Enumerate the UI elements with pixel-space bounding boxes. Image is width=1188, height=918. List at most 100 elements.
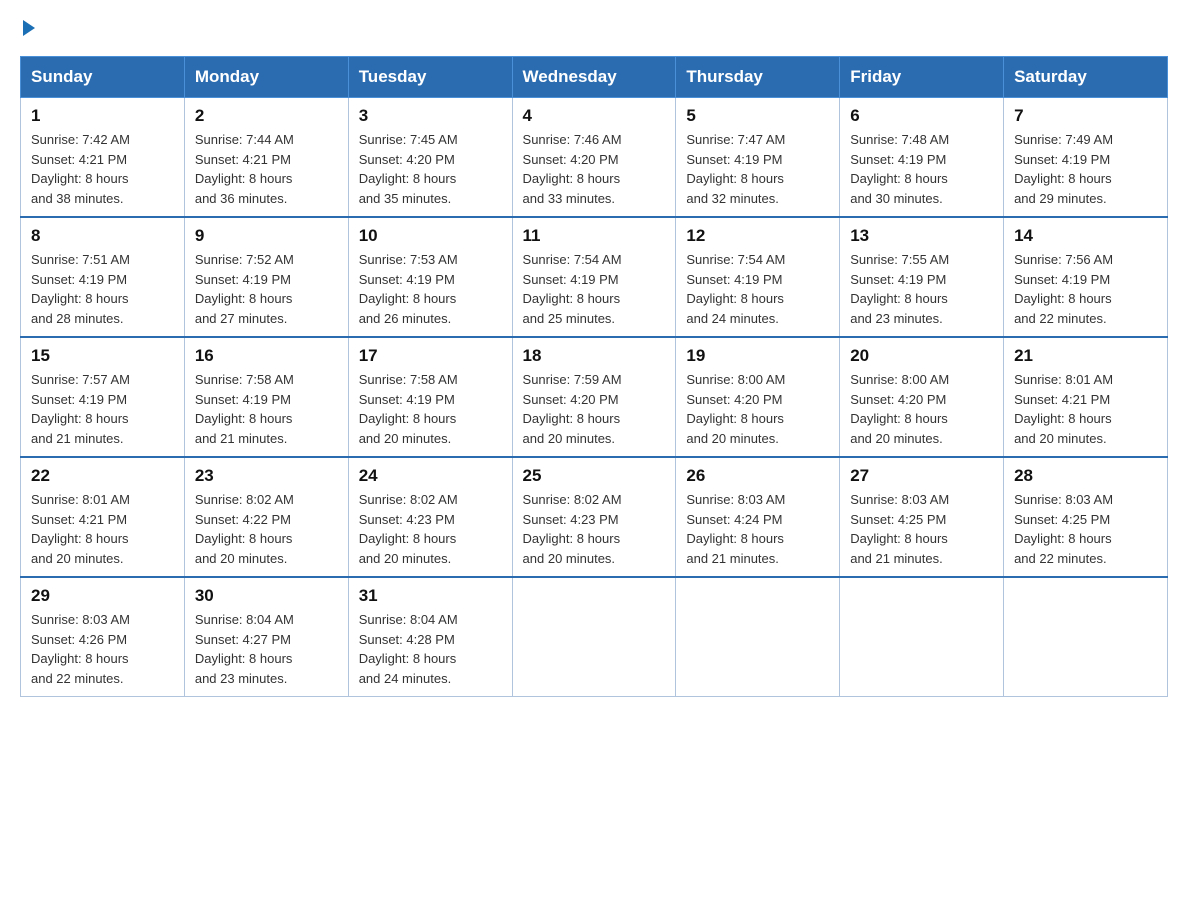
- day-number: 9: [195, 226, 338, 246]
- calendar-cell-week2-day4: 11 Sunrise: 7:54 AM Sunset: 4:19 PM Dayli…: [512, 217, 676, 337]
- day-info: Sunrise: 7:55 AM Sunset: 4:19 PM Dayligh…: [850, 250, 993, 328]
- day-number: 1: [31, 106, 174, 126]
- day-info: Sunrise: 7:54 AM Sunset: 4:19 PM Dayligh…: [523, 250, 666, 328]
- header-saturday: Saturday: [1004, 57, 1168, 98]
- day-number: 22: [31, 466, 174, 486]
- day-number: 19: [686, 346, 829, 366]
- day-number: 30: [195, 586, 338, 606]
- day-info: Sunrise: 7:51 AM Sunset: 4:19 PM Dayligh…: [31, 250, 174, 328]
- day-info: Sunrise: 8:04 AM Sunset: 4:27 PM Dayligh…: [195, 610, 338, 688]
- calendar-cell-week1-day6: 6 Sunrise: 7:48 AM Sunset: 4:19 PM Daylig…: [840, 98, 1004, 218]
- calendar-cell-week4-day4: 25 Sunrise: 8:02 AM Sunset: 4:23 PM Dayli…: [512, 457, 676, 577]
- calendar-header-row: Sunday Monday Tuesday Wednesday Thursday…: [21, 57, 1168, 98]
- header-wednesday: Wednesday: [512, 57, 676, 98]
- day-number: 11: [523, 226, 666, 246]
- header-tuesday: Tuesday: [348, 57, 512, 98]
- day-number: 3: [359, 106, 502, 126]
- calendar-cell-week4-day7: 28 Sunrise: 8:03 AM Sunset: 4:25 PM Dayli…: [1004, 457, 1168, 577]
- day-number: 28: [1014, 466, 1157, 486]
- header-friday: Friday: [840, 57, 1004, 98]
- day-number: 16: [195, 346, 338, 366]
- calendar-cell-week4-day1: 22 Sunrise: 8:01 AM Sunset: 4:21 PM Dayli…: [21, 457, 185, 577]
- calendar-cell-week4-day2: 23 Sunrise: 8:02 AM Sunset: 4:22 PM Dayli…: [184, 457, 348, 577]
- day-number: 17: [359, 346, 502, 366]
- calendar-cell-week3-day5: 19Sunrise: 8:00 AM Sunset: 4:20 PM Dayli…: [676, 337, 840, 457]
- day-info: Sunrise: 7:56 AM Sunset: 4:19 PM Dayligh…: [1014, 250, 1157, 328]
- day-number: 20: [850, 346, 993, 366]
- calendar-cell-week5-day5: [676, 577, 840, 697]
- logo-blue-text: [20, 20, 35, 36]
- day-info: Sunrise: 7:46 AM Sunset: 4:20 PM Dayligh…: [523, 130, 666, 208]
- calendar-week-row-2: 8 Sunrise: 7:51 AM Sunset: 4:19 PM Daylig…: [21, 217, 1168, 337]
- day-info: Sunrise: 7:59 AM Sunset: 4:20 PM Dayligh…: [523, 370, 666, 448]
- day-info: Sunrise: 8:00 AM Sunset: 4:20 PM Dayligh…: [850, 370, 993, 448]
- calendar-cell-week5-day6: [840, 577, 1004, 697]
- calendar-cell-week4-day5: 26 Sunrise: 8:03 AM Sunset: 4:24 PM Dayli…: [676, 457, 840, 577]
- day-number: 21: [1014, 346, 1157, 366]
- calendar-week-row-4: 22 Sunrise: 8:01 AM Sunset: 4:21 PM Dayli…: [21, 457, 1168, 577]
- logo: [20, 20, 35, 36]
- calendar-week-row-5: 29Sunrise: 8:03 AM Sunset: 4:26 PM Dayli…: [21, 577, 1168, 697]
- calendar-cell-week1-day5: 5Sunrise: 7:47 AM Sunset: 4:19 PM Daylig…: [676, 98, 840, 218]
- day-info: Sunrise: 8:01 AM Sunset: 4:21 PM Dayligh…: [31, 490, 174, 568]
- calendar-cell-week4-day6: 27 Sunrise: 8:03 AM Sunset: 4:25 PM Dayli…: [840, 457, 1004, 577]
- day-number: 31: [359, 586, 502, 606]
- day-info: Sunrise: 7:45 AM Sunset: 4:20 PM Dayligh…: [359, 130, 502, 208]
- logo-arrow-icon: [23, 20, 35, 36]
- calendar-cell-week5-day2: 30 Sunrise: 8:04 AM Sunset: 4:27 PM Dayli…: [184, 577, 348, 697]
- day-number: 26: [686, 466, 829, 486]
- day-info: Sunrise: 7:57 AM Sunset: 4:19 PM Dayligh…: [31, 370, 174, 448]
- header: [20, 20, 1168, 36]
- calendar-cell-week1-day7: 7Sunrise: 7:49 AM Sunset: 4:19 PM Daylig…: [1004, 98, 1168, 218]
- day-info: Sunrise: 7:52 AM Sunset: 4:19 PM Dayligh…: [195, 250, 338, 328]
- day-info: Sunrise: 7:54 AM Sunset: 4:19 PM Dayligh…: [686, 250, 829, 328]
- calendar-cell-week5-day3: 31Sunrise: 8:04 AM Sunset: 4:28 PM Dayli…: [348, 577, 512, 697]
- day-number: 8: [31, 226, 174, 246]
- day-number: 25: [523, 466, 666, 486]
- calendar-cell-week5-day1: 29Sunrise: 8:03 AM Sunset: 4:26 PM Dayli…: [21, 577, 185, 697]
- day-number: 10: [359, 226, 502, 246]
- calendar-cell-week2-day3: 10 Sunrise: 7:53 AM Sunset: 4:19 PM Dayli…: [348, 217, 512, 337]
- day-number: 7: [1014, 106, 1157, 126]
- header-monday: Monday: [184, 57, 348, 98]
- day-number: 24: [359, 466, 502, 486]
- calendar-cell-week5-day7: [1004, 577, 1168, 697]
- calendar-cell-week3-day6: 20 Sunrise: 8:00 AM Sunset: 4:20 PM Dayli…: [840, 337, 1004, 457]
- calendar-cell-week3-day3: 17Sunrise: 7:58 AM Sunset: 4:19 PM Dayli…: [348, 337, 512, 457]
- day-info: Sunrise: 8:03 AM Sunset: 4:25 PM Dayligh…: [1014, 490, 1157, 568]
- day-number: 2: [195, 106, 338, 126]
- calendar-cell-week1-day3: 3 Sunrise: 7:45 AM Sunset: 4:20 PM Daylig…: [348, 98, 512, 218]
- calendar-table: Sunday Monday Tuesday Wednesday Thursday…: [20, 56, 1168, 697]
- calendar-cell-week2-day7: 14 Sunrise: 7:56 AM Sunset: 4:19 PM Dayli…: [1004, 217, 1168, 337]
- day-info: Sunrise: 7:58 AM Sunset: 4:19 PM Dayligh…: [195, 370, 338, 448]
- calendar-cell-week2-day1: 8 Sunrise: 7:51 AM Sunset: 4:19 PM Daylig…: [21, 217, 185, 337]
- calendar-cell-week2-day5: 12Sunrise: 7:54 AM Sunset: 4:19 PM Dayli…: [676, 217, 840, 337]
- day-info: Sunrise: 7:53 AM Sunset: 4:19 PM Dayligh…: [359, 250, 502, 328]
- day-info: Sunrise: 8:03 AM Sunset: 4:25 PM Dayligh…: [850, 490, 993, 568]
- day-number: 4: [523, 106, 666, 126]
- calendar-cell-week4-day3: 24 Sunrise: 8:02 AM Sunset: 4:23 PM Dayli…: [348, 457, 512, 577]
- calendar-cell-week1-day2: 2Sunrise: 7:44 AM Sunset: 4:21 PM Daylig…: [184, 98, 348, 218]
- calendar-cell-week5-day4: [512, 577, 676, 697]
- calendar-cell-week2-day6: 13Sunrise: 7:55 AM Sunset: 4:19 PM Dayli…: [840, 217, 1004, 337]
- day-info: Sunrise: 7:42 AM Sunset: 4:21 PM Dayligh…: [31, 130, 174, 208]
- header-sunday: Sunday: [21, 57, 185, 98]
- day-info: Sunrise: 7:47 AM Sunset: 4:19 PM Dayligh…: [686, 130, 829, 208]
- day-info: Sunrise: 8:03 AM Sunset: 4:24 PM Dayligh…: [686, 490, 829, 568]
- calendar-cell-week3-day2: 16 Sunrise: 7:58 AM Sunset: 4:19 PM Dayli…: [184, 337, 348, 457]
- calendar-cell-week3-day1: 15Sunrise: 7:57 AM Sunset: 4:19 PM Dayli…: [21, 337, 185, 457]
- day-number: 27: [850, 466, 993, 486]
- day-info: Sunrise: 8:02 AM Sunset: 4:23 PM Dayligh…: [359, 490, 502, 568]
- day-number: 23: [195, 466, 338, 486]
- day-info: Sunrise: 8:03 AM Sunset: 4:26 PM Dayligh…: [31, 610, 174, 688]
- day-number: 6: [850, 106, 993, 126]
- day-number: 18: [523, 346, 666, 366]
- day-info: Sunrise: 8:01 AM Sunset: 4:21 PM Dayligh…: [1014, 370, 1157, 448]
- day-info: Sunrise: 8:02 AM Sunset: 4:23 PM Dayligh…: [523, 490, 666, 568]
- calendar-cell-week3-day4: 18 Sunrise: 7:59 AM Sunset: 4:20 PM Dayli…: [512, 337, 676, 457]
- day-number: 14: [1014, 226, 1157, 246]
- day-info: Sunrise: 8:02 AM Sunset: 4:22 PM Dayligh…: [195, 490, 338, 568]
- day-info: Sunrise: 7:48 AM Sunset: 4:19 PM Dayligh…: [850, 130, 993, 208]
- calendar-week-row-1: 1 Sunrise: 7:42 AM Sunset: 4:21 PM Daylig…: [21, 98, 1168, 218]
- calendar-cell-week1-day4: 4 Sunrise: 7:46 AM Sunset: 4:20 PM Daylig…: [512, 98, 676, 218]
